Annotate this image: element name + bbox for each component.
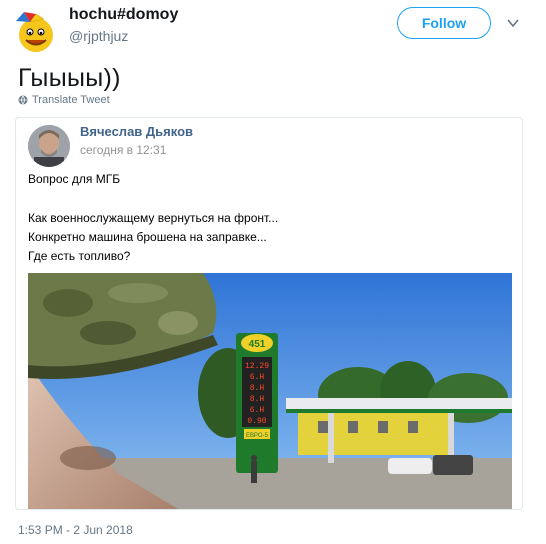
price-digit: 6.H <box>250 373 265 382</box>
chevron-down-icon[interactable] <box>506 16 520 30</box>
vk-post-time: сегодня в 12:31 <box>80 143 167 157</box>
vk-author-avatar <box>28 125 70 167</box>
tweet-timestamp[interactable]: 1:53 PM - 2 Jun 2018 <box>18 523 133 537</box>
follow-button[interactable]: Follow <box>397 7 491 39</box>
translate-label: Translate Tweet <box>32 94 110 106</box>
user-avatar[interactable] <box>10 8 58 56</box>
post-line: Где есть топливо? <box>28 249 131 263</box>
post-line: Как военнослужащему вернуться на фронт..… <box>28 211 279 225</box>
gas-station-selfie-photo: 451 12.29 6.H 8.H 8.H 6.H 0.90 ЕВРО-5 <box>28 273 512 509</box>
user-handle[interactable]: @rjpthjuz <box>69 28 128 44</box>
man-portrait-icon <box>28 125 70 167</box>
post-line: Вопрос для МГБ <box>28 172 121 186</box>
post-line: Конкретно машина брошена на заправке... <box>28 230 267 244</box>
price-digit: 8.H <box>250 395 265 404</box>
embedded-image-card[interactable]: Вячеслав Дьяков сегодня в 12:31 Вопрос д… <box>15 117 523 510</box>
price-digit: 6.H <box>250 406 265 415</box>
display-name[interactable]: hochu#domoy <box>69 6 178 24</box>
translate-tweet-link[interactable]: Translate Tweet <box>18 94 110 106</box>
vk-author-name: Вячеслав Дьяков <box>80 124 194 139</box>
svg-text:451: 451 <box>249 339 266 350</box>
price-digit: 0.90 <box>247 417 266 426</box>
price-digit: 8.H <box>250 384 265 393</box>
tweet-text: Гыыыы)) <box>18 64 121 92</box>
price-digit: 12.29 <box>245 362 269 371</box>
smiley-face-icon <box>10 8 58 56</box>
globe-icon <box>18 95 28 105</box>
fuel-label: ЕВРО-5 <box>246 433 269 439</box>
